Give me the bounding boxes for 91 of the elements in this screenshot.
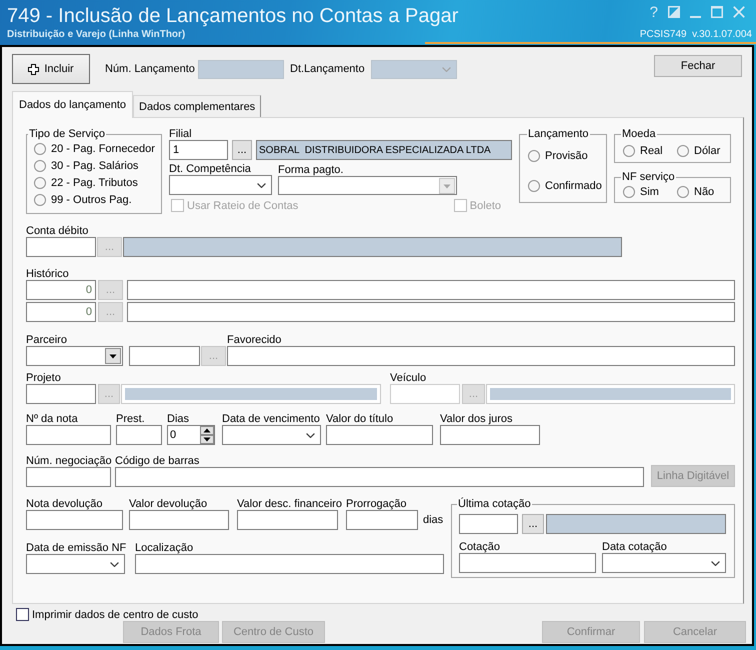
radio-option[interactable]: Dólar xyxy=(677,142,720,159)
date-field[interactable] xyxy=(602,553,726,573)
unit-label: dias xyxy=(423,513,444,528)
radio-option[interactable]: Confirmado xyxy=(528,177,602,194)
field-label: Valor do título xyxy=(326,413,394,425)
chevron-down-icon xyxy=(257,182,266,188)
spin-field[interactable]: 0 xyxy=(167,425,215,445)
radio-option[interactable]: 99 - Outros Pag. xyxy=(34,191,132,208)
text-field[interactable]: 0 xyxy=(26,302,96,322)
tab[interactable]: Dados complementares xyxy=(133,95,262,117)
field-label: Localização xyxy=(135,542,194,554)
field-label: Data de vencimento xyxy=(222,413,320,425)
radio-option[interactable]: Sim xyxy=(623,183,659,200)
field-label: Veículo xyxy=(390,372,426,384)
text-field[interactable] xyxy=(237,510,338,530)
radio-option[interactable]: 22 - Pag. Tributos xyxy=(34,174,138,191)
chevron-down-icon xyxy=(306,432,315,438)
field-label: Dias xyxy=(167,413,190,425)
radio-option[interactable]: Não xyxy=(677,183,714,200)
text-field[interactable]: 1 xyxy=(169,140,228,160)
text-field[interactable] xyxy=(459,553,596,573)
field-label: Prest. xyxy=(116,413,145,425)
field-label: Valor devolução xyxy=(129,498,208,510)
text-field[interactable] xyxy=(129,510,229,530)
field-label: Prorrogação xyxy=(346,498,407,510)
field-label: Código de barras xyxy=(115,455,200,467)
readonly-field: SOBRAL DISTRIBUIDORA ESPECIALIZADA LTDA xyxy=(256,140,512,160)
group-title: Última cotação xyxy=(457,498,532,510)
chevron-down-icon xyxy=(442,66,451,72)
text-field[interactable] xyxy=(127,280,735,300)
field-label: Nota devolução xyxy=(26,498,102,510)
field-label: Valor desc. financeiro xyxy=(237,498,342,510)
text-field[interactable] xyxy=(440,425,540,445)
text-field[interactable] xyxy=(346,510,418,530)
field-label: Dt. Competência xyxy=(169,163,251,175)
text-field[interactable] xyxy=(135,554,444,574)
date-field[interactable] xyxy=(222,425,321,445)
checkbox-option[interactable]: Imprimir dados de centro de custo xyxy=(16,608,198,621)
field-label: Filial xyxy=(169,128,192,140)
checkbox-icon[interactable] xyxy=(16,608,29,621)
text-field[interactable] xyxy=(26,510,123,530)
radio-option[interactable]: 20 - Pag. Fornecedor xyxy=(34,140,155,157)
group-title: Lançamento xyxy=(527,128,590,140)
radio-option[interactable]: Real xyxy=(623,142,663,159)
browse-button[interactable]: ... xyxy=(522,514,544,534)
field-label: Favorecido xyxy=(227,334,282,346)
group-title: Moeda xyxy=(621,128,657,140)
browse-button[interactable]: ... xyxy=(232,140,252,160)
text-field[interactable] xyxy=(115,467,644,487)
version-label: PCSIS749 v.30.1.07.004 xyxy=(640,28,752,40)
close-button[interactable]: Fechar xyxy=(654,55,742,77)
chevron-down-icon xyxy=(110,562,119,566)
field-label: Nº da nota xyxy=(26,413,78,425)
text-field[interactable] xyxy=(326,425,433,445)
field-label: Cotação xyxy=(459,541,500,553)
radio-option[interactable]: Provisão xyxy=(528,147,588,164)
text-field[interactable] xyxy=(26,467,111,487)
field-label: Data de emissão NF xyxy=(26,542,126,554)
field-label: Núm. negociação xyxy=(26,455,112,467)
date-field[interactable] xyxy=(26,554,125,574)
field-label: Valor dos juros xyxy=(440,413,513,425)
text-field[interactable] xyxy=(227,346,735,366)
dropdown-field[interactable] xyxy=(26,346,123,366)
field-label: Projeto xyxy=(26,372,61,384)
chevron-down-icon xyxy=(711,560,720,566)
field-label: Dt.Lançamento xyxy=(290,63,366,75)
text-field[interactable] xyxy=(26,384,96,404)
text-field[interactable]: 0 xyxy=(26,280,96,300)
text-field[interactable] xyxy=(26,237,96,257)
radio-option[interactable]: 30 - Pag. Salários xyxy=(34,157,138,174)
text-field[interactable] xyxy=(26,425,111,445)
field-label: Parceiro xyxy=(26,334,67,346)
date-field[interactable] xyxy=(169,175,272,195)
group-title: Tipo de Serviço xyxy=(28,128,106,140)
window-title: 749 - Inclusão de Lançamentos no Contas a Pagar xyxy=(6,4,458,28)
field-label: Conta débito xyxy=(26,225,88,237)
field-label: Data cotação xyxy=(602,541,667,553)
add-button[interactable]: Incluir xyxy=(12,54,90,84)
text-field[interactable] xyxy=(459,514,518,534)
group-title: NF serviço xyxy=(621,171,676,183)
text-field[interactable] xyxy=(127,302,735,322)
field-label: Núm. Lançamento xyxy=(105,63,196,75)
spin-arrows-icon[interactable] xyxy=(200,426,214,444)
tab[interactable]: Dados do lançamento xyxy=(12,91,134,118)
text-field[interactable] xyxy=(116,425,162,445)
text-field[interactable] xyxy=(129,346,200,366)
plus-icon xyxy=(28,64,40,74)
field-label: Histórico xyxy=(26,268,69,280)
window-subtitle: Distribuição e Varejo (Linha WinThor) xyxy=(7,28,186,40)
half-filled-square-icon[interactable] xyxy=(668,6,680,18)
field-label: Forma pagto. xyxy=(278,164,344,176)
